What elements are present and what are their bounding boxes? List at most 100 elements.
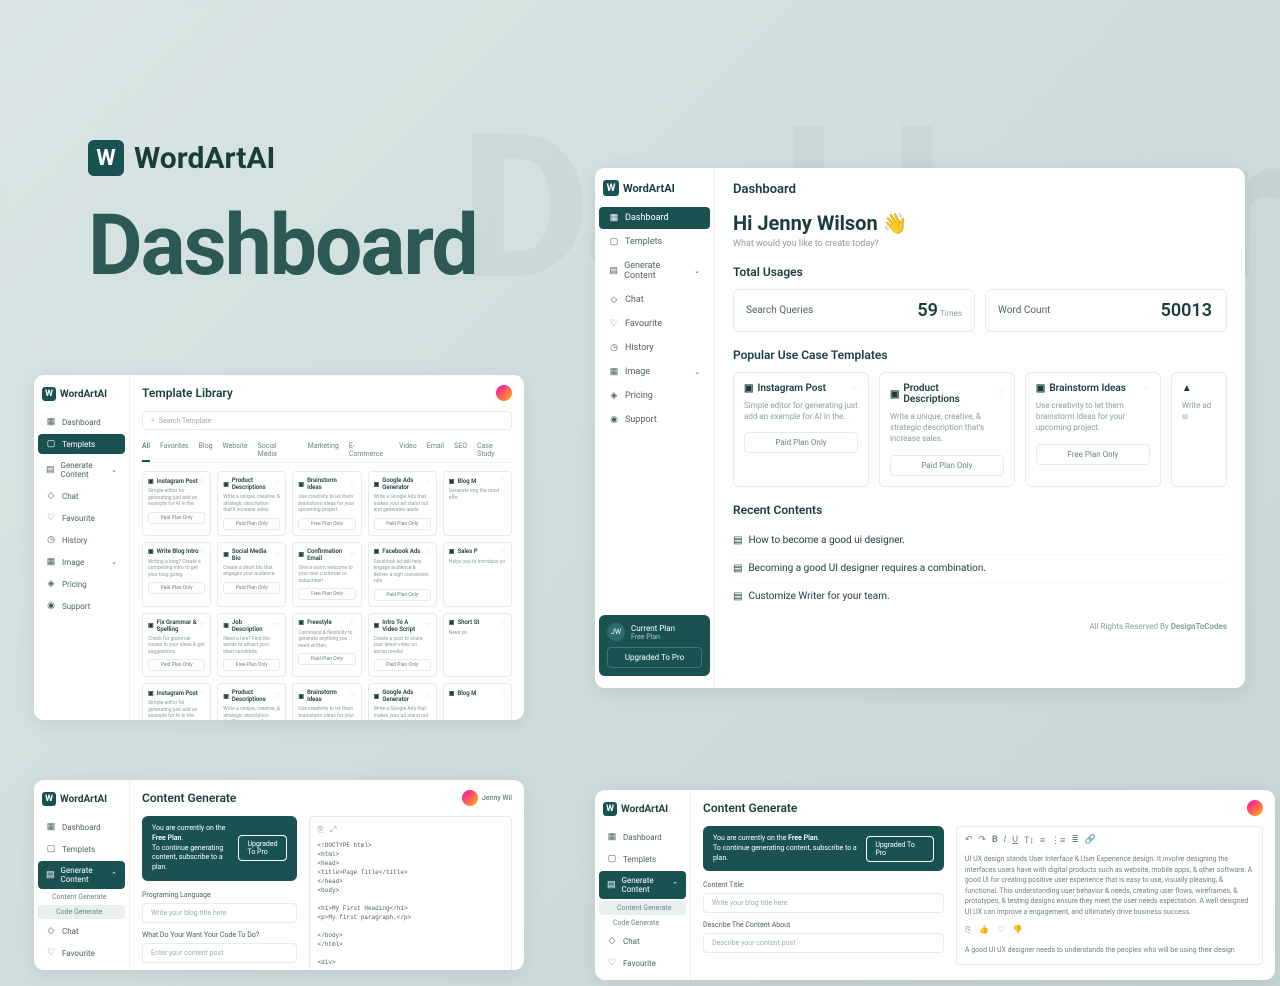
sidebar-item-templets[interactable]: ▢Templets: [599, 849, 686, 869]
sidebar-item-dashboard[interactable]: ▦Dashboard: [38, 817, 125, 837]
favourite-icon[interactable]: ♡: [425, 548, 431, 556]
align-icon[interactable]: ≣: [1071, 835, 1079, 846]
upgrade-button[interactable]: Upgraded To Pro: [238, 835, 286, 861]
favourite-icon[interactable]: ♡: [349, 480, 355, 488]
language-input[interactable]: Write your blog title here: [142, 903, 297, 923]
thumbs-up-icon[interactable]: 👍: [979, 925, 989, 935]
favourite-icon[interactable]: ♡: [500, 619, 506, 627]
tab-seo[interactable]: SEO: [454, 438, 467, 462]
tab-video[interactable]: Video: [399, 438, 417, 462]
favourite-icon[interactable]: ♡: [1144, 385, 1150, 393]
bold-icon[interactable]: B: [992, 835, 998, 846]
favourite-icon[interactable]: ♡: [425, 622, 431, 630]
sidebar-item-favourite[interactable]: ♡Favourite: [599, 313, 710, 335]
sidebar-item-chat[interactable]: ◇Chat: [599, 931, 686, 951]
usecase-card[interactable]: ▣Instagram Post♡Simple editor for genera…: [733, 372, 869, 487]
sidebar-item-generate[interactable]: ▤Generate Content⌃: [38, 861, 125, 889]
tab-marketing[interactable]: Marketing: [308, 438, 339, 462]
template-card[interactable]: ▣Google Ads Generator♡Write a Google Ads…: [368, 683, 437, 720]
favourite-icon[interactable]: ♡: [199, 689, 205, 697]
avatar[interactable]: [496, 385, 512, 401]
sidebar-item-history[interactable]: ◷History: [599, 975, 686, 980]
link-icon[interactable]: 🔗: [1085, 835, 1096, 846]
template-card[interactable]: ▣Intro To A Video Script♡Create a post t…: [368, 613, 437, 678]
sidebar-item-pricing[interactable]: ◈Pricing: [599, 385, 710, 407]
usecase-card-partial[interactable]: ▲Write ad si: [1171, 372, 1227, 487]
template-card[interactable]: ▣Social Media Bio♡Create a short bio tha…: [217, 542, 286, 607]
sidebar-sub-code[interactable]: Code Generate: [595, 916, 690, 930]
sidebar-item-history[interactable]: ◷History: [38, 530, 125, 550]
recent-item[interactable]: ▤Becoming a good UI designer requires a …: [733, 555, 1227, 583]
favourite-icon[interactable]: ♡: [500, 689, 506, 697]
template-card[interactable]: ▣Facebook Ads♡Facebook ad will help enga…: [368, 542, 437, 607]
template-card[interactable]: ▣Write Blog Intro♡Writing a blog? Create…: [142, 542, 211, 607]
sidebar-item-chat[interactable]: ◇Chat: [38, 486, 125, 506]
upgrade-button[interactable]: Upgraded To Pro: [866, 836, 934, 862]
italic-icon[interactable]: I: [1004, 835, 1006, 846]
recent-item[interactable]: ▤How to become a good ui designer.: [733, 527, 1227, 555]
favourite-icon[interactable]: ♡: [349, 619, 355, 627]
usecase-card[interactable]: ▣Brainstorm Ideas♡Use creativity to let …: [1025, 372, 1161, 487]
search-input[interactable]: ⌕Search Template: [142, 411, 512, 430]
redo-icon[interactable]: ↷: [978, 835, 986, 846]
usecase-card[interactable]: ▣Product Descriptions♡Write a unique, cr…: [879, 372, 1015, 487]
tab-case-study[interactable]: Case Study: [477, 438, 512, 462]
code-desc-input[interactable]: Enter your content post: [142, 943, 297, 963]
undo-icon[interactable]: ↶: [965, 835, 973, 846]
list-icon[interactable]: ≡: [1040, 835, 1045, 846]
avatar[interactable]: [1247, 800, 1263, 816]
sidebar-item-templets[interactable]: ▢Templets: [599, 231, 710, 253]
sidebar-item-generate[interactable]: ▤Generate Content⌃: [599, 871, 686, 899]
text-icon[interactable]: T↕: [1024, 835, 1034, 846]
favourite-icon[interactable]: ♡: [998, 390, 1004, 398]
sidebar-item-support[interactable]: ◉Support: [599, 409, 710, 431]
sidebar-sub-content[interactable]: Content Generate: [34, 890, 129, 904]
describe-input[interactable]: Describe your content post: [703, 933, 944, 953]
sidebar-item-templets[interactable]: ▢Templets: [38, 839, 125, 859]
sidebar-item-dashboard[interactable]: ▦Dashboard: [599, 207, 710, 229]
tab-favorites[interactable]: Favorites: [160, 438, 189, 462]
tab-website[interactable]: Website: [223, 438, 248, 462]
underline-icon[interactable]: U: [1012, 835, 1018, 846]
template-card[interactable]: ▣Product Descriptions♡Write a unique, cr…: [217, 471, 286, 536]
template-card[interactable]: ▣Short St♡Need yo: [443, 613, 512, 678]
avatar[interactable]: [462, 790, 478, 806]
favourite-icon[interactable]: ♡: [852, 385, 858, 393]
template-card[interactable]: ▣Brainstorm Ideas♡Use creativity to let …: [292, 683, 361, 720]
sidebar-item-support[interactable]: ◉Support: [38, 596, 125, 616]
template-card[interactable]: ▣Blog M♡: [443, 683, 512, 720]
sidebar-item-dashboard[interactable]: ▦Dashboard: [38, 412, 125, 432]
favourite-icon[interactable]: ♡: [500, 548, 506, 556]
template-card[interactable]: ▣Fix Grammar & Spelling♡Check for gramma…: [142, 613, 211, 678]
favourite-icon[interactable]: ♡: [274, 622, 280, 630]
sidebar-item-chat[interactable]: ◇Chat: [38, 921, 125, 941]
sidebar-item-generate[interactable]: ▤Generate Content⌄: [599, 255, 710, 287]
template-card[interactable]: ▣Google Ads Generator♡Write a Google Ads…: [368, 471, 437, 536]
sidebar-item-pricing[interactable]: ◈Pricing: [38, 574, 125, 594]
copy-icon[interactable]: ⎘: [965, 925, 971, 935]
template-card[interactable]: ▣Job Description♡Need a hire? Find the w…: [217, 613, 286, 678]
sidebar-item-favourite[interactable]: ♡Favourite: [38, 508, 125, 528]
tab-all[interactable]: All: [142, 438, 150, 462]
sidebar-item-chat[interactable]: ◇Chat: [599, 289, 710, 311]
favourite-icon[interactable]: ♡: [274, 692, 280, 700]
sidebar-item-generate[interactable]: ▤Generate Content⌄: [38, 456, 125, 484]
upgrade-button[interactable]: Upgraded To Pro: [607, 647, 702, 668]
sidebar-item-dashboard[interactable]: ▦Dashboard: [599, 827, 686, 847]
sidebar-item-templets[interactable]: ▢Templets: [38, 434, 125, 454]
favourite-icon[interactable]: ♡: [199, 622, 205, 630]
template-card[interactable]: ▣Sales P♡Helps you to introduce yo: [443, 542, 512, 607]
favourite-icon[interactable]: ♡: [349, 551, 355, 559]
template-card[interactable]: ▣Brainstorm Ideas♡Use creativity to let …: [292, 471, 361, 536]
favourite-icon[interactable]: ♡: [425, 692, 431, 700]
favourite-icon[interactable]: ♡: [199, 548, 205, 556]
favourite-icon[interactable]: ♡: [349, 692, 355, 700]
copy-icon[interactable]: ⎘: [318, 825, 324, 835]
favourite-icon[interactable]: ♡: [274, 551, 280, 559]
tab-e-commerce[interactable]: E-Commerce: [349, 438, 389, 462]
template-card[interactable]: ▣Instagram Post♡Simple editor for genera…: [142, 683, 211, 720]
heart-icon[interactable]: ♡: [997, 925, 1004, 935]
sidebar-item-image[interactable]: ▦Image⌄: [38, 552, 125, 572]
sidebar-sub-code[interactable]: Code Generate: [38, 905, 125, 919]
recent-item[interactable]: ▤Customize Writer for your team.: [733, 583, 1227, 610]
